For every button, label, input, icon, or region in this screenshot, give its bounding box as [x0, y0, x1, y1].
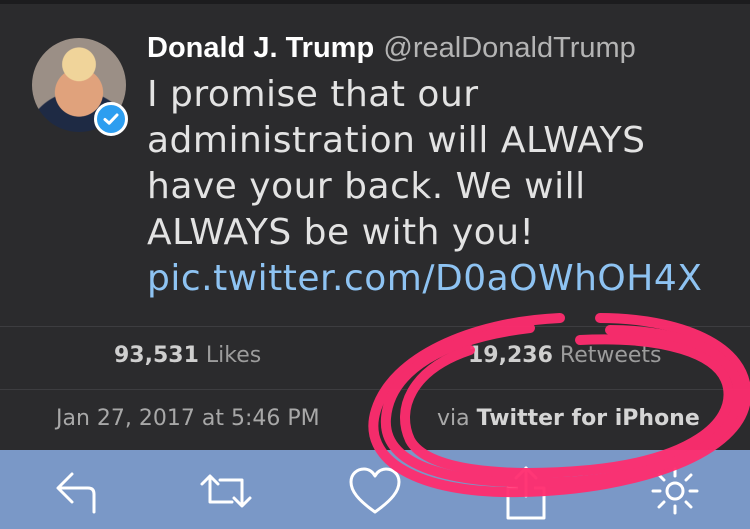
more-button[interactable]: [650, 466, 700, 516]
retweets-count: 19,236: [468, 343, 553, 368]
likes-stat[interactable]: 93,531 Likes: [114, 343, 261, 368]
retweet-button[interactable]: [198, 466, 252, 516]
via-label: via: [437, 406, 470, 431]
tweet-text: I promise that our administration will A…: [147, 72, 707, 302]
share-icon: [506, 466, 546, 520]
timestamp: Jan 27, 2017 at 5:46 PM: [56, 406, 320, 431]
tweet-author[interactable]: Donald J. Trump @realDonaldTrump: [147, 30, 636, 65]
engagement-stats: 93,531 Likes 19,236 Retweets: [0, 327, 750, 389]
likes-label: Likes: [205, 343, 262, 368]
retweets-stat[interactable]: 19,236 Retweets: [468, 343, 662, 368]
reply-button[interactable]: [52, 466, 102, 516]
reply-icon: [56, 472, 96, 514]
display-name[interactable]: Donald J. Trump: [147, 32, 374, 64]
source-info: via Twitter for iPhone: [437, 406, 700, 431]
retweet-icon: [200, 474, 252, 508]
tweet-meta: Jan 27, 2017 at 5:46 PM via Twitter for …: [0, 390, 750, 450]
action-bar: [0, 450, 750, 529]
tweet-body: I promise that our administration will A…: [147, 74, 646, 253]
gear-icon: [651, 467, 699, 515]
user-handle[interactable]: @realDonaldTrump: [383, 32, 635, 64]
tweet-card: Donald J. Trump @realDonaldTrump I promi…: [0, 4, 750, 326]
heart-icon: [349, 467, 401, 514]
retweets-label: Retweets: [559, 343, 662, 368]
like-button[interactable]: [348, 466, 401, 516]
source-app[interactable]: Twitter for iPhone: [477, 406, 700, 431]
likes-count: 93,531: [114, 343, 199, 368]
media-link[interactable]: pic.twitter.com/D0aOWhOH4X: [147, 258, 702, 299]
verified-badge-icon: [94, 102, 128, 136]
share-button[interactable]: [504, 466, 554, 520]
